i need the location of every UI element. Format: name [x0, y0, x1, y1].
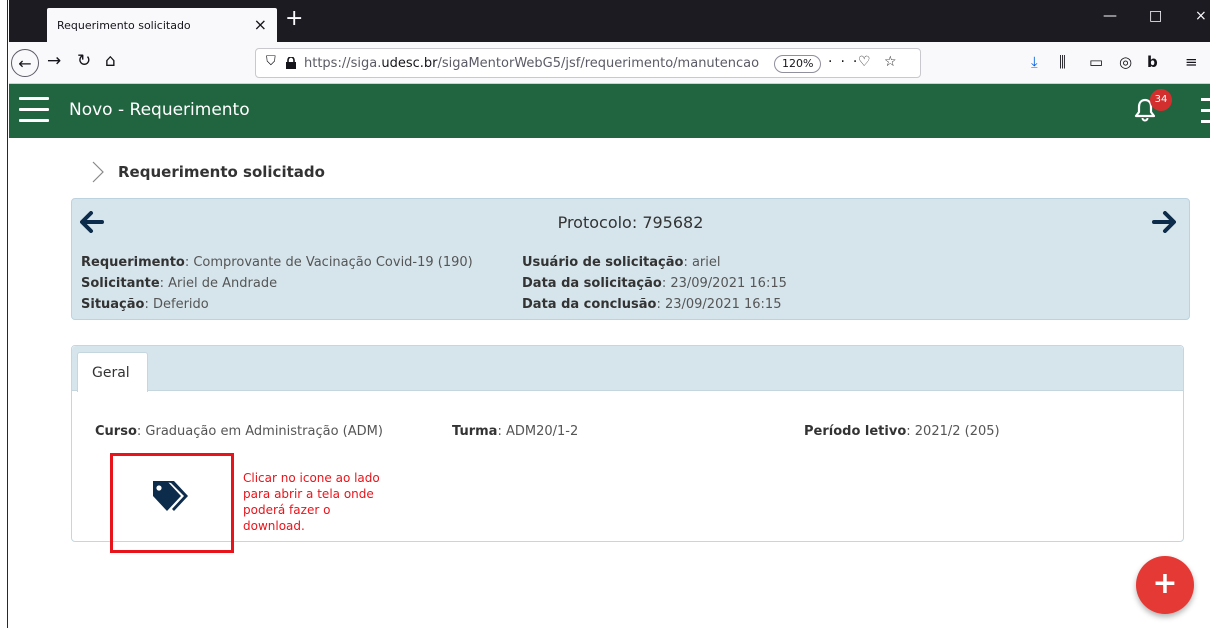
protocol-panel: Protocolo: 795682 Requerimento: Comprova… [71, 198, 1190, 320]
situacao-info: Situação: Deferido [81, 297, 209, 312]
notification-badge: 34 [1150, 89, 1172, 111]
close-window-button[interactable]: × [1195, 8, 1207, 24]
sidebar-icon[interactable]: ▭ [1089, 53, 1103, 71]
solicitante-info: Solicitante: Ariel de Andrade [81, 276, 278, 291]
curso-field: Curso: Graduação em Administração (ADM) [95, 424, 383, 439]
window-edge [0, 0, 8, 628]
details-panel: Geral [71, 345, 1184, 542]
lock-icon[interactable] [286, 57, 296, 69]
extension-icon[interactable]: ◎ [1119, 53, 1132, 71]
url-bar[interactable]: ⛉ https://siga.udesc.br/sigaMentorWebG5/… [255, 48, 921, 78]
bitwarden-icon[interactable]: b [1147, 53, 1158, 71]
url-text[interactable]: https://siga.udesc.br/sigaMentorWebG5/js… [304, 56, 769, 71]
menu-icon[interactable]: ≡ [1185, 53, 1198, 71]
data-solicitacao-info: Data da solicitação: 23/09/2021 16:15 [522, 276, 787, 291]
page-title: Novo - Requerimento [69, 100, 250, 120]
data-conclusao-info: Data da conclusão: 23/09/2021 16:15 [522, 297, 782, 312]
tags-icon[interactable] [150, 478, 192, 514]
app-header: Novo - Requerimento [9, 84, 1210, 138]
tab-geral[interactable]: Geral [77, 352, 148, 392]
requerimento-info: Requerimento: Comprovante de Vacinação C… [81, 255, 473, 270]
turma-field: Turma: ADM20/1-2 [452, 424, 579, 439]
back-icon[interactable]: ← [11, 49, 39, 77]
annotation-text: Clicar no icone ao lado para abrir a tel… [243, 471, 380, 533]
usuario-info: Usuário de solicitação: ariel [522, 255, 721, 270]
hamburger-menu-icon[interactable] [19, 97, 49, 123]
breadcrumb-label: Requerimento solicitado [118, 163, 325, 181]
pocket-icon[interactable]: ♡ [858, 54, 871, 70]
url-prefix: https://siga. [304, 56, 382, 71]
chevron-right-icon [92, 161, 104, 183]
url-domain: udesc.br [381, 56, 438, 71]
more-menu-icon[interactable] [1201, 98, 1210, 131]
plus-icon: + [1152, 566, 1178, 601]
browser-tab-title: Requerimento solicitado [57, 18, 191, 32]
minimize-button[interactable]: — [1103, 8, 1117, 24]
new-tab-button[interactable]: + [285, 6, 303, 31]
url-path: /sigaMentorWebG5/jsf/requerimento/manute… [437, 56, 760, 71]
browser-tab[interactable]: Requerimento solicitado × [47, 8, 277, 42]
download-icon[interactable]: ⤓ [1031, 53, 1038, 71]
browser-tab-strip: Requerimento solicitado × + — □ × [9, 0, 1210, 42]
shield-icon[interactable]: ⛉ [266, 54, 276, 69]
tab-close-icon[interactable]: × [254, 15, 267, 34]
browser-toolbar: ← → ↻ ⌂ ⛉ https://siga.udesc.br/sigaMent… [9, 42, 1210, 84]
bookmark-star-icon[interactable]: ☆ [884, 54, 897, 70]
zoom-indicator[interactable]: 120% [774, 55, 822, 73]
library-icon[interactable]: ⫼ [1059, 53, 1066, 71]
forward-icon[interactable]: → [47, 51, 61, 71]
periodo-letivo-field: Período letivo: 2021/2 (205) [804, 424, 1000, 439]
next-arrow-icon[interactable] [1152, 211, 1176, 233]
protocol-title: Protocolo: 795682 [557, 213, 704, 232]
reload-icon[interactable]: ↻ [77, 51, 91, 71]
panel-tab-bar: Geral [72, 346, 1183, 392]
breadcrumb: Requerimento solicitado [90, 160, 325, 184]
add-fab-button[interactable]: + [1136, 556, 1194, 614]
maximize-button[interactable]: □ [1149, 8, 1162, 24]
home-icon[interactable]: ⌂ [105, 51, 116, 71]
